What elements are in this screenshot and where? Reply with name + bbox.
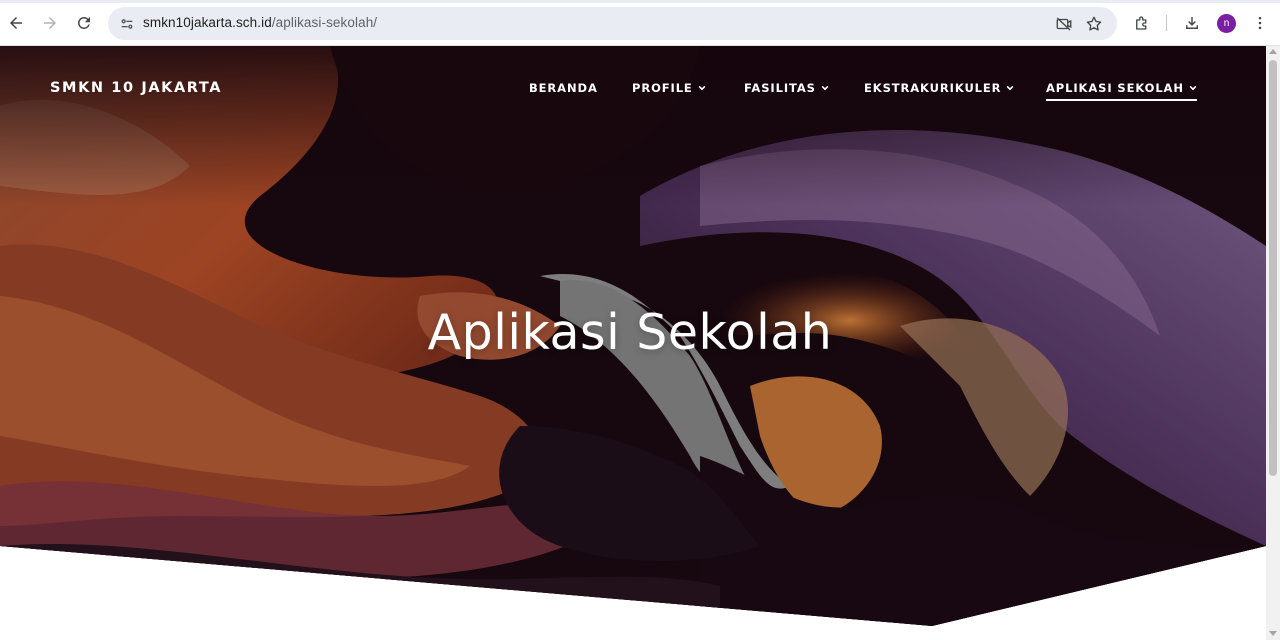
camera-blocked-icon [1056, 17, 1072, 31]
reload-icon [77, 16, 90, 29]
star-icon [1086, 16, 1102, 31]
back-button[interactable] [4, 11, 28, 35]
nav-item-label: APLIKASI SEKOLAH [1046, 81, 1184, 95]
tab-strip-edge [0, 0, 1280, 3]
site-info-button[interactable] [115, 12, 139, 36]
profile-initial: n [1223, 18, 1230, 29]
url-text[interactable]: smkn10jakarta.sch.id/aplikasi-sekolah/ [143, 15, 377, 30]
chevron-down-icon [821, 85, 829, 91]
hero-section: SMKN 10 JAKARTA BERANDA PROFILE FASILITA… [0, 46, 1266, 626]
url-domain: smkn10jakarta.sch.id [143, 15, 272, 30]
forward-icon [44, 17, 56, 29]
downloads-button[interactable] [1180, 11, 1204, 35]
forward-button[interactable] [38, 11, 62, 35]
chevron-down-icon [1189, 85, 1197, 91]
browser-menu-button[interactable] [1248, 11, 1272, 35]
main-navigation: BERANDA PROFILE FASILITAS EKSTRAKURIKULE… [0, 81, 1266, 105]
nav-item-aplikasi-sekolah[interactable]: APLIKASI SEKOLAH [1046, 81, 1197, 101]
browser-toolbar: smkn10jakarta.sch.id/aplikasi-sekolah/ n [0, 0, 1280, 46]
page-viewport: SMKN 10 JAKARTA BERANDA PROFILE FASILITA… [0, 46, 1266, 640]
nav-item-label: BERANDA [529, 81, 598, 95]
address-bar[interactable]: smkn10jakarta.sch.id/aplikasi-sekolah/ [108, 7, 1117, 40]
nav-item-ekstrakurikuler[interactable]: EKSTRAKURIKULER [864, 81, 1014, 95]
extensions-button[interactable] [1130, 11, 1154, 35]
chevron-down-icon [1007, 85, 1014, 91]
toolbar-separator [1166, 15, 1167, 31]
camera-blocked-button[interactable] [1052, 12, 1076, 36]
nav-item-label: PROFILE [632, 81, 693, 95]
download-icon [1186, 17, 1198, 29]
nav-item-profile[interactable]: PROFILE [632, 81, 706, 95]
url-path: /aplikasi-sekolah/ [271, 15, 378, 30]
nav-item-fasilitas[interactable]: FASILITAS [744, 81, 829, 95]
scroll-up-arrow-icon[interactable] [1269, 49, 1277, 54]
page-scrollbar[interactable] [1266, 46, 1280, 640]
chevron-down-icon [698, 85, 706, 91]
profile-avatar[interactable]: n [1217, 14, 1236, 33]
nav-item-label: EKSTRAKURIKULER [864, 81, 1002, 95]
reload-button[interactable] [72, 11, 96, 35]
nav-item-beranda[interactable]: BERANDA [529, 81, 598, 95]
nav-item-label: FASILITAS [744, 81, 816, 95]
scrollbar-thumb[interactable] [1269, 60, 1277, 476]
scroll-down-arrow-icon[interactable] [1269, 631, 1277, 636]
bookmark-button[interactable] [1082, 12, 1106, 36]
menu-icon [1258, 16, 1262, 30]
page-title: Aplikasi Sekolah [427, 304, 833, 361]
extensions-icon [1136, 16, 1147, 30]
site-info-icon [121, 19, 133, 29]
back-icon [10, 17, 22, 29]
